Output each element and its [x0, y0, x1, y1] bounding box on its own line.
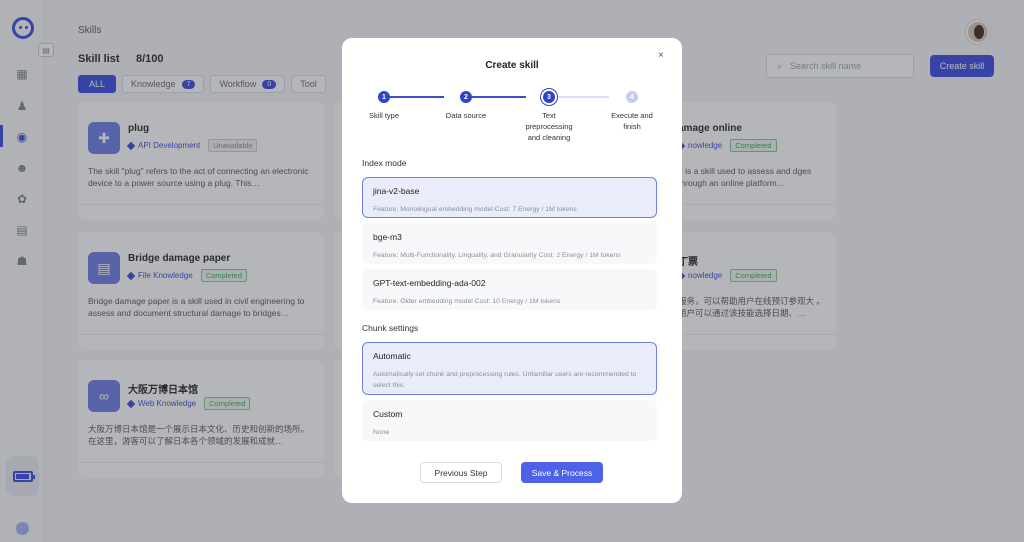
option-description: Feature: Multi-Functionality, Linguality…	[373, 252, 621, 259]
step-3-indicator: 3	[543, 91, 555, 103]
index-option-ada[interactable]: GPT-text-embedding-ada-002 Feature: Olde…	[362, 269, 657, 310]
option-name: GPT-text-embedding-ada-002	[373, 278, 486, 288]
step-2-indicator: 2	[460, 91, 472, 103]
option-name: jina-v2-base	[373, 186, 420, 196]
step-connector	[472, 96, 526, 98]
chunk-settings-heading: Chunk settings	[362, 323, 419, 333]
chunk-option-custom[interactable]: Custom None	[362, 400, 657, 441]
step-connector	[390, 96, 444, 98]
option-name: Custom	[373, 409, 403, 419]
index-mode-heading: Index mode	[362, 158, 407, 168]
previous-step-button[interactable]: Previous Step	[420, 462, 502, 483]
option-description: Feature: Older embedding model Cost: 10 …	[373, 298, 561, 305]
save-process-button[interactable]: Save & Process	[521, 462, 603, 483]
step-connector	[555, 96, 609, 98]
step-1-label: Skill type	[368, 111, 399, 120]
close-icon[interactable]: ×	[658, 50, 664, 61]
step-2-label: Data source	[445, 111, 487, 120]
step-1-indicator: 1	[378, 91, 390, 103]
step-3-label: Text preprocessing and cleaning	[525, 111, 573, 142]
step-4-indicator: 4	[626, 91, 638, 103]
option-description: Automatically set chunk and preprocessin…	[373, 371, 637, 389]
index-option-jina[interactable]: jina-v2-base Feature: Monolingual embedd…	[362, 177, 657, 218]
index-option-bge[interactable]: bge-m3 Feature: Multi-Functionality, Lin…	[362, 223, 657, 264]
create-skill-modal: Create skill × 1 2 3 4 Skill type Data s…	[342, 38, 682, 503]
option-name: bge-m3	[373, 232, 402, 242]
option-name: Automatic	[373, 351, 411, 361]
option-description: None	[373, 429, 390, 436]
step-4-label: Execute and finish	[611, 111, 653, 131]
chunk-option-automatic[interactable]: Automatic Automatically set chunk and pr…	[362, 342, 657, 395]
option-description: Feature: Monolingual embedding model Cos…	[373, 206, 577, 213]
modal-title: Create skill	[485, 60, 539, 71]
